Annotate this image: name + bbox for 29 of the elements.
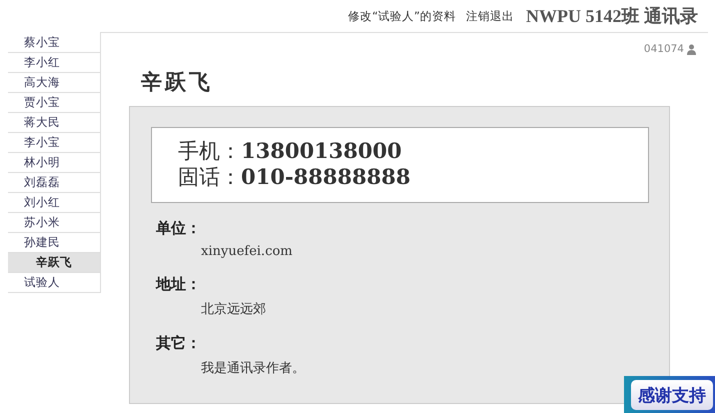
field-label: 单位： — [156, 219, 201, 238]
phone-number: 13800138000 — [241, 138, 402, 164]
site-title: NWPU 5142班 通讯录 — [526, 5, 698, 28]
user-id: 041074 — [644, 43, 684, 55]
contact-item[interactable]: 蔡小宝 — [8, 33, 100, 53]
field-label: 其它： — [156, 334, 201, 353]
user-icon — [687, 44, 696, 54]
field-value: 北京远远郊 — [201, 301, 266, 318]
contact-item[interactable]: 苏小米 — [8, 213, 100, 233]
contact-item[interactable]: 蒋大民 — [8, 113, 100, 133]
contact-item[interactable]: 刘小红 — [8, 193, 100, 213]
phone-label: 手机： — [178, 138, 241, 164]
contact-item[interactable]: 辛跃飞 — [8, 253, 100, 273]
support-badge[interactable]: 感谢支持 — [631, 380, 713, 410]
contact-item[interactable]: 刘磊磊 — [8, 173, 100, 193]
phone-label: 固话： — [178, 164, 241, 190]
contact-item[interactable]: 李小宝 — [8, 133, 100, 153]
contact-item[interactable]: 贾小宝 — [8, 93, 100, 113]
contact-item[interactable]: 高大海 — [8, 73, 100, 93]
contact-item[interactable]: 试验人 — [8, 273, 100, 293]
phone-number: 010-88888888 — [241, 164, 410, 190]
field-value: 我是通讯录作者。 — [201, 360, 305, 377]
header-link[interactable]: 修改“试验人”的资料 — [348, 8, 456, 24]
field-label: 地址： — [156, 275, 201, 294]
field-value: xinyuefei.com — [201, 244, 293, 259]
contact-item[interactable]: 林小明 — [8, 153, 100, 173]
header-link[interactable]: 注销退出 — [466, 8, 514, 24]
contact-name: 辛跃飞 — [141, 69, 214, 96]
contact-item[interactable]: 李小红 — [8, 53, 100, 73]
